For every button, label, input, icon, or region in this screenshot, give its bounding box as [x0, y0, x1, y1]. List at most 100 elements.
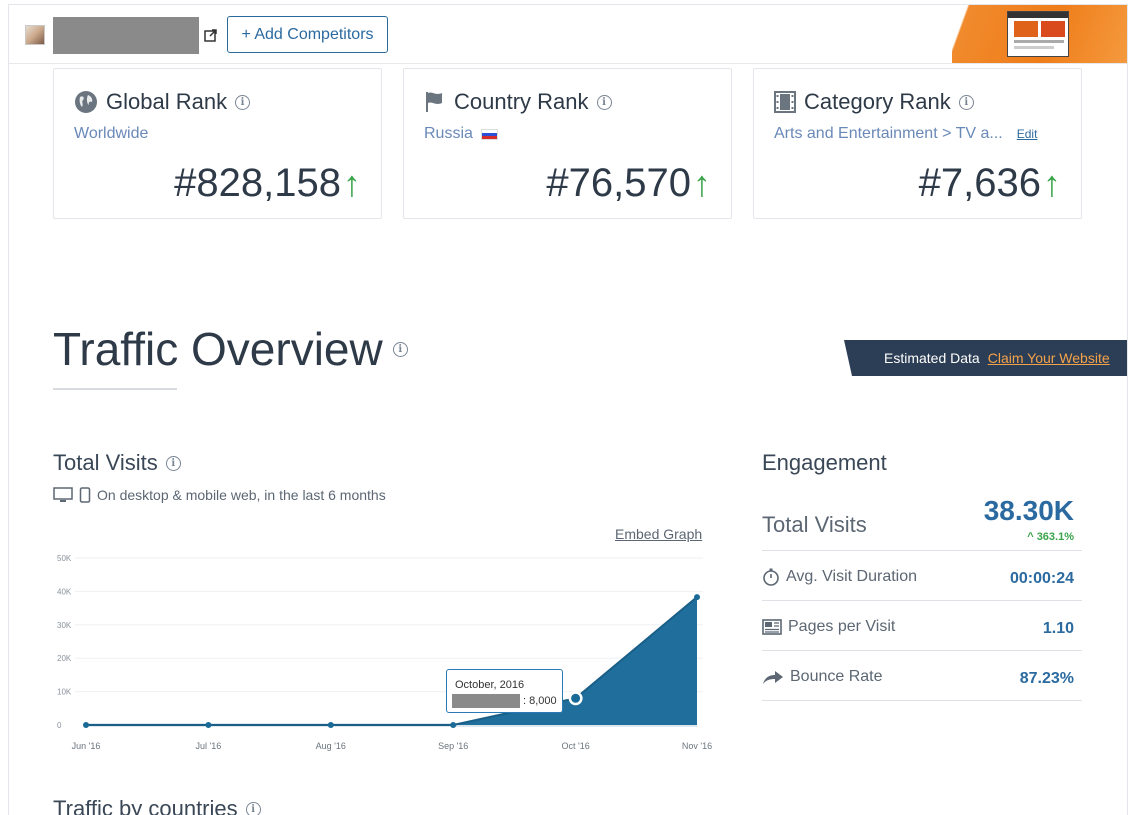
traffic-overview-title: Traffic Overview	[53, 323, 383, 375]
data-point	[83, 722, 89, 728]
x-tick-label: Nov '16	[682, 741, 712, 751]
pages-label: Pages per Visit	[788, 618, 896, 635]
traffic-by-countries-heading: Traffic by countries i	[53, 796, 261, 815]
engagement-duration-row: Avg. Visit Duration 00:00:24	[762, 551, 1082, 601]
area-series	[86, 597, 697, 725]
country-rank-subtitle[interactable]: Russia	[424, 125, 498, 143]
category-rank-card: Category Rank i Arts and Entertainment >…	[753, 68, 1082, 219]
tooltip-month: October, 2016	[455, 679, 525, 691]
info-icon[interactable]: i	[245, 801, 261, 815]
country-rank-value-row: #76,570 ↑	[546, 161, 711, 206]
estimated-data-label: Estimated Data	[884, 350, 980, 366]
x-tick-label: Sep '16	[438, 741, 468, 751]
tooltip-series-redacted	[452, 694, 520, 708]
global-rank-card: Global Rank i Worldwide #828,158 ↑	[53, 68, 382, 219]
global-rank-value-row: #828,158 ↑	[174, 161, 361, 206]
pages-value: 1.10	[1042, 620, 1074, 637]
film-icon	[774, 91, 796, 113]
stopwatch-icon	[763, 568, 779, 586]
country-rank-title: Country Rank	[454, 89, 589, 114]
category-rank-value: #7,636	[918, 161, 1041, 205]
global-rank-subtitle[interactable]: Worldwide	[74, 125, 148, 143]
y-tick-label: 0	[57, 721, 62, 730]
pages-icon	[762, 619, 782, 635]
country-rank-header: Country Rank i	[424, 89, 612, 115]
x-tick-label: Jun '16	[72, 741, 101, 751]
category-rank-subtitle: Arts and Entertainment > TV a... Edit	[774, 125, 1037, 143]
engagement-total-visits-row: Total Visits 38.30K ^ 363.1%	[762, 492, 1082, 551]
category-rank-value-row: #7,636 ↑	[919, 161, 1061, 206]
data-point	[450, 722, 457, 728]
site-screenshot-thumbnail	[1007, 11, 1069, 57]
duration-label: Avg. Visit Duration	[786, 568, 918, 585]
info-icon[interactable]: i	[958, 94, 974, 110]
add-competitors-button[interactable]: + Add Competitors	[227, 16, 388, 53]
duration-label-group: Avg. Visit Duration	[762, 568, 917, 586]
heading-underline	[53, 388, 177, 390]
arrow-up-icon: ↑	[693, 162, 711, 204]
country-rank-card: Country Rank i Russia #76,570 ↑	[403, 68, 732, 219]
global-rank-title: Global Rank	[106, 89, 228, 114]
data-point	[205, 722, 212, 728]
engagement-total-visits-value: 38.30K	[983, 495, 1074, 526]
arrow-up-icon: ↑	[1043, 162, 1061, 204]
engagement-bounce-row: Bounce Rate 87.23%	[762, 651, 1082, 701]
category-rank-header: Category Rank i	[774, 89, 974, 115]
global-rank-header: Global Rank i	[74, 89, 251, 115]
total-visits-chart: 0 10K 20K 30K 40K 50K Jun '16 Jul '16 Aug '16 Sep…	[57, 554, 712, 751]
frame-border-left	[8, 64, 9, 815]
estimated-data-banner: Estimated Data Claim Your Website	[844, 340, 1127, 376]
arrow-up-icon: ↑	[343, 162, 361, 204]
traffic-by-countries-title: Traffic by countries	[53, 796, 238, 815]
data-point	[694, 594, 700, 601]
bounce-label: Bounce Rate	[790, 668, 883, 685]
engagement-visits-change: ^ 363.1%	[1027, 531, 1074, 543]
embed-graph-link[interactable]: Embed Graph	[615, 526, 702, 542]
info-icon[interactable]: i	[596, 94, 612, 110]
category-name[interactable]: Arts and Entertainment > TV a...	[774, 125, 1003, 143]
info-icon[interactable]: i	[392, 341, 408, 357]
claim-website-link[interactable]: Claim Your Website	[988, 350, 1110, 366]
engagement-title: Engagement	[762, 450, 887, 475]
country-rank-value: #76,570	[546, 161, 691, 205]
total-visits-subtitle: On desktop & mobile web, in the last 6 m…	[53, 487, 386, 503]
x-tick-label: Oct '16	[561, 741, 589, 751]
pages-label-group: Pages per Visit	[762, 618, 895, 636]
site-favicon	[25, 25, 45, 45]
chevron-up-icon: ^	[1027, 531, 1034, 543]
x-tick-label: Jul '16	[196, 741, 222, 751]
y-tick-label: 20K	[57, 654, 72, 663]
traffic-overview-heading: Traffic Overview i	[53, 322, 408, 376]
y-tick-label: 40K	[57, 587, 72, 596]
data-point	[571, 693, 581, 703]
globe-icon	[75, 91, 97, 113]
russia-flag-icon	[480, 128, 498, 140]
engagement-pages-row: Pages per Visit 1.10	[762, 601, 1082, 651]
x-tick-label: Aug '16	[316, 741, 346, 751]
bounce-label-group: Bounce Rate	[762, 668, 883, 686]
total-visits-subtitle-text: On desktop & mobile web, in the last 6 m…	[97, 487, 386, 503]
y-tick-label: 30K	[57, 621, 72, 630]
info-icon[interactable]: i	[165, 455, 181, 471]
flag-icon	[426, 92, 442, 112]
engagement-visits-change-value: 363.1%	[1036, 531, 1074, 543]
total-visits-heading: Total Visits i	[53, 450, 181, 476]
external-link-icon[interactable]	[204, 28, 218, 42]
duration-value: 00:00:24	[1009, 570, 1074, 587]
site-header-bar: + Add Competitors	[8, 4, 1128, 64]
chart-tooltip: October, 2016 : 8,000	[446, 669, 563, 713]
engagement-total-visits-label: Total Visits	[762, 512, 867, 537]
bounce-value: 87.23%	[1019, 670, 1074, 687]
share-arrow-icon	[763, 671, 783, 684]
desktop-icon	[53, 487, 73, 502]
edit-category-link[interactable]: Edit	[1017, 127, 1038, 141]
info-icon[interactable]: i	[235, 94, 251, 110]
country-name[interactable]: Russia	[424, 125, 473, 143]
data-point	[327, 722, 334, 728]
tooltip-value: : 8,000	[523, 695, 557, 707]
mobile-icon	[79, 487, 91, 503]
site-thumbnail[interactable]	[952, 5, 1127, 63]
category-rank-title: Category Rank	[804, 89, 951, 114]
site-name-redacted	[53, 17, 199, 54]
y-tick-label: 50K	[57, 554, 72, 563]
